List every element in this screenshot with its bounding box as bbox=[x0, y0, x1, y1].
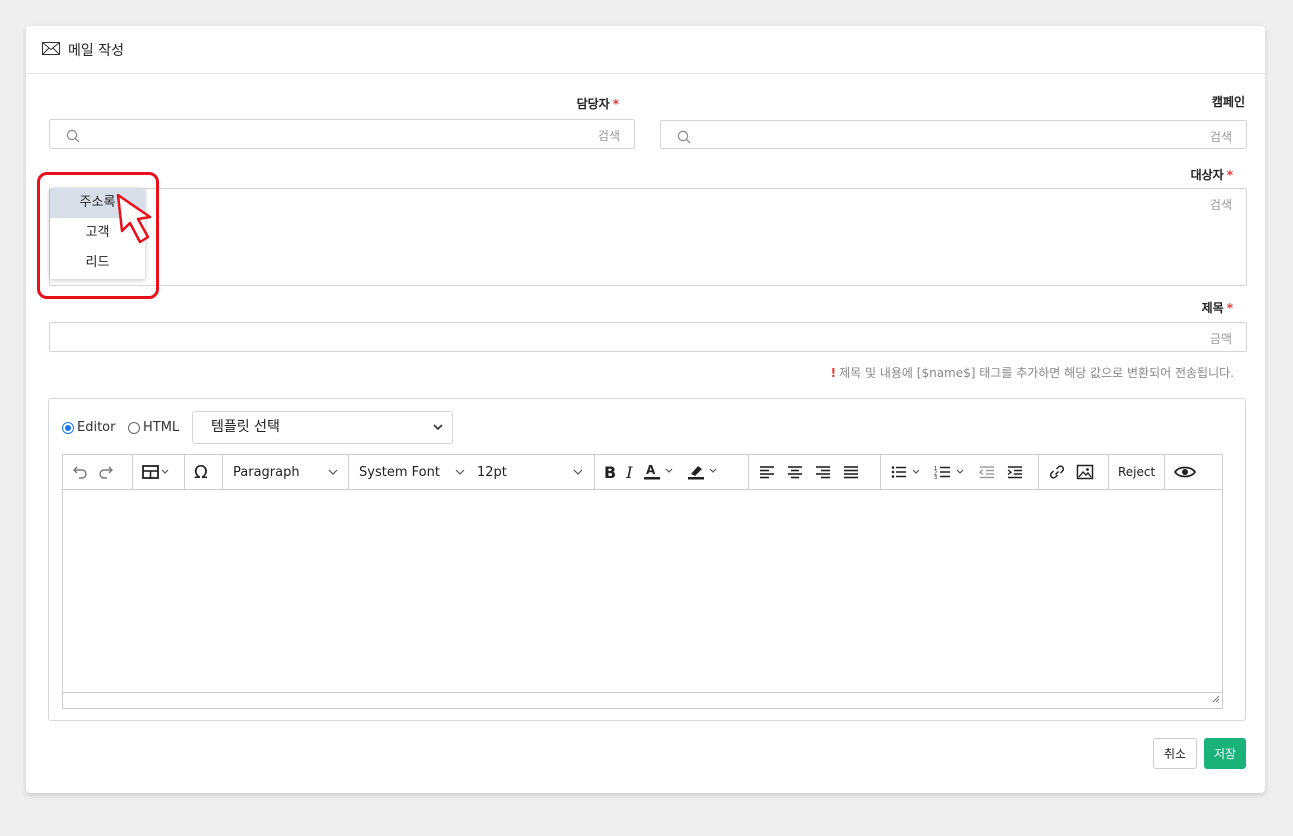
radio-checked-icon bbox=[62, 421, 74, 434]
reject-button[interactable]: Reject bbox=[1113, 458, 1160, 486]
editor-content-area[interactable] bbox=[62, 490, 1223, 694]
card-header: 메일 작성 bbox=[26, 26, 1265, 74]
template-select[interactable]: 템플릿 선택 bbox=[192, 411, 453, 444]
font-family-select[interactable]: System Font bbox=[353, 458, 471, 486]
chevron-down-icon bbox=[432, 412, 444, 455]
search-icon bbox=[66, 128, 80, 147]
indent-icon[interactable] bbox=[1001, 458, 1029, 486]
bullet-list-icon[interactable] bbox=[885, 458, 929, 486]
preview-eye-icon[interactable] bbox=[1169, 458, 1201, 486]
svg-text:3: 3 bbox=[934, 475, 937, 479]
bold-icon[interactable]: B bbox=[599, 458, 621, 486]
align-right-icon[interactable] bbox=[809, 458, 837, 486]
campaign-placeholder: 검색 bbox=[1209, 130, 1232, 144]
highlight-color-icon[interactable] bbox=[682, 458, 726, 486]
image-icon[interactable] bbox=[1071, 458, 1099, 486]
link-icon[interactable] bbox=[1043, 458, 1071, 486]
manager-search-input[interactable]: 검색 bbox=[49, 119, 635, 149]
chevron-down-icon bbox=[328, 469, 338, 475]
special-char-icon[interactable]: Ω bbox=[189, 458, 213, 486]
numbered-list-icon[interactable]: 123 bbox=[929, 458, 973, 486]
font-size-select[interactable]: 12pt bbox=[471, 458, 589, 486]
undo-icon[interactable] bbox=[67, 458, 93, 486]
block-format-select[interactable]: Paragraph bbox=[227, 458, 344, 486]
campaign-search-input[interactable]: 검색 bbox=[660, 120, 1247, 149]
chevron-down-icon bbox=[455, 469, 465, 475]
required-mark: * bbox=[612, 97, 619, 111]
subject-label: 제목 * bbox=[1201, 301, 1233, 315]
redo-icon[interactable] bbox=[93, 458, 119, 486]
italic-icon[interactable]: I bbox=[621, 458, 637, 486]
chevron-down-icon bbox=[573, 469, 583, 475]
subject-placeholder: 금액 bbox=[1209, 332, 1232, 346]
table-icon[interactable] bbox=[137, 458, 175, 486]
tag-hint: ! 제목 및 내용에 [$name$] 태그를 추가하면 해당 값으로 변환되어 … bbox=[830, 366, 1234, 380]
mode-editor-radio[interactable]: Editor bbox=[62, 420, 115, 435]
align-justify-icon[interactable] bbox=[837, 458, 865, 486]
campaign-label: 캠페인 bbox=[1211, 95, 1245, 109]
page-title: 메일 작성 bbox=[68, 42, 124, 59]
pointer-cursor-icon bbox=[114, 193, 154, 253]
align-left-icon[interactable] bbox=[753, 458, 781, 486]
mode-html-radio[interactable]: HTML bbox=[128, 420, 179, 435]
manager-label: 담당자 * bbox=[576, 97, 619, 111]
envelope-icon bbox=[42, 40, 60, 59]
required-mark: * bbox=[1226, 168, 1233, 182]
radio-unchecked-icon bbox=[128, 421, 140, 434]
recipient-placeholder: 검색 bbox=[1209, 198, 1232, 212]
recipient-input[interactable]: 검색 bbox=[49, 188, 1247, 286]
subject-input[interactable]: 금액 bbox=[49, 322, 1247, 352]
resize-handle-icon[interactable] bbox=[1212, 688, 1220, 707]
required-mark: * bbox=[1226, 301, 1233, 315]
recipient-label: 대상자 * bbox=[1190, 168, 1233, 182]
cancel-button[interactable]: 취소 bbox=[1153, 738, 1197, 769]
save-button[interactable]: 저장 bbox=[1204, 738, 1246, 769]
editor-toolbar: Ω Paragraph System Font 12pt B I A 123 R… bbox=[62, 454, 1223, 490]
text-color-icon[interactable]: A bbox=[638, 458, 682, 486]
manager-placeholder: 검색 bbox=[597, 129, 620, 143]
svg-text:A: A bbox=[646, 463, 656, 477]
align-center-icon[interactable] bbox=[781, 458, 809, 486]
editor-status-bar bbox=[62, 692, 1223, 709]
outdent-icon[interactable] bbox=[973, 458, 1001, 486]
search-icon bbox=[677, 129, 691, 148]
